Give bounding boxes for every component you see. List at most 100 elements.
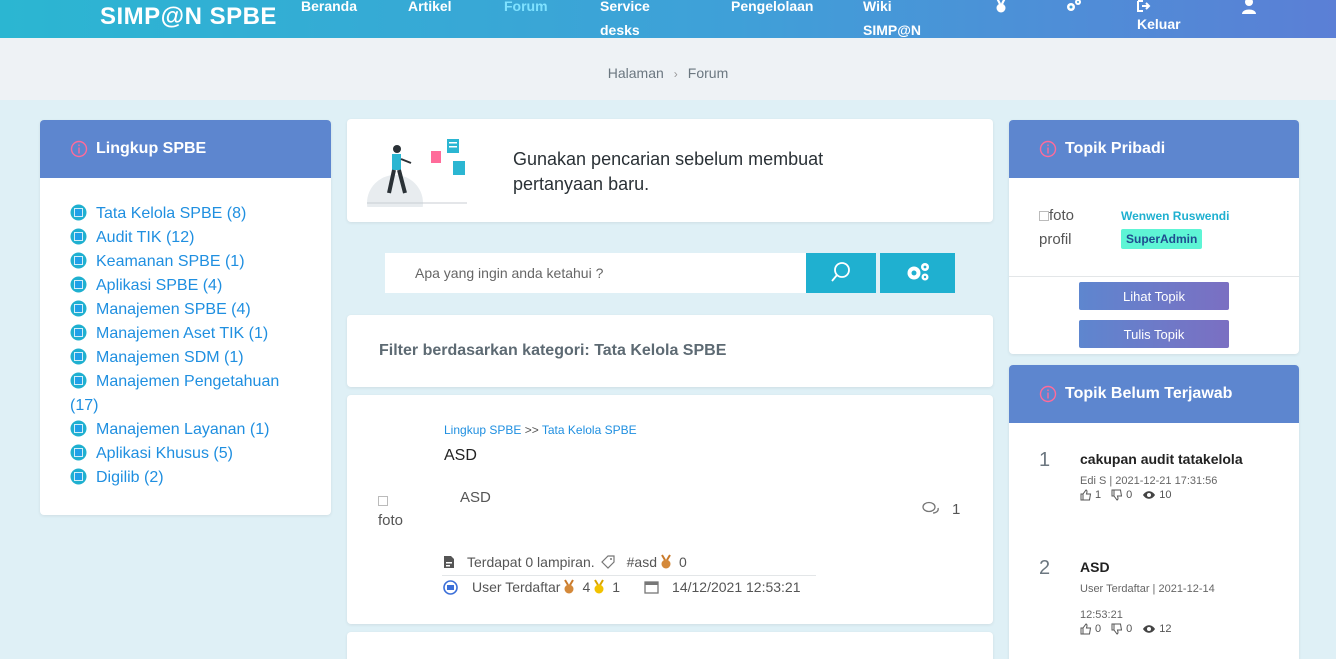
post-card[interactable]: Lingkup SPBE >> Tata Kelola SPBE ASD fot… [347,395,993,624]
post-tag[interactable]: #asd [627,554,657,570]
profile-avatar: foto profil [1039,204,1105,252]
eye-icon [1143,491,1156,499]
post-breadcrumb: Lingkup SPBE >> Tata Kelola SPBE [444,423,637,437]
hero-text: Gunakan pencarian sebelum membuat pertan… [513,149,824,194]
nav-service-desks[interactable]: Service desks [600,0,650,42]
category-item[interactable]: Digilib (2) [70,466,301,490]
dislike-stat[interactable]: 0 [1111,489,1132,501]
topic-meta: Edi S | 2021-12-21 17:31:56 [1080,475,1280,487]
thumbs-up-icon [1080,489,1092,501]
gears-icon [907,262,929,280]
post-attachments: Terdapat 0 lampiran. #asd 0 [443,554,687,570]
category-label: Aplikasi SPBE (4) [96,277,223,294]
hero-card: Gunakan pencarian sebelum membuat pertan… [347,119,993,222]
like-stat[interactable]: 0 [1080,623,1101,635]
nav-service-line1: Service [600,0,650,14]
comment-count: 1 [952,501,961,518]
category-item[interactable]: Manajemen Layanan (1) [70,418,301,442]
topic-number: 1 [1039,449,1051,471]
write-topic-button[interactable]: Tulis Topik [1079,320,1229,348]
category-item[interactable]: Aplikasi Khusus (5) [70,442,301,466]
topic-title[interactable]: ASD [1080,559,1110,575]
post-avatar: foto [378,491,418,531]
category-item[interactable]: Tata Kelola SPBE (8) [70,202,301,226]
category-label: Tata Kelola SPBE (8) [96,205,247,222]
nav-pengelolaan[interactable]: Pengelolaan [731,0,813,18]
category-sidebar: Lingkup SPBE Tata Kelola SPBE (8) Audit T… [40,120,331,515]
post-divider [442,575,816,576]
topic-title[interactable]: cakupan audit tatakelola [1080,451,1243,467]
category-item[interactable]: Manajemen SDM (1) [70,346,301,370]
tag-count: 0 [679,554,687,570]
gears-icon[interactable] [1065,0,1083,15]
bronze-count: 4 [582,579,591,595]
category-bullet-icon [70,444,87,461]
category-label: Manajemen Aset TIK (1) [96,325,269,342]
category-item[interactable]: Manajemen Pengetahuan (17) [70,370,301,418]
brand-logo[interactable]: SIMP@N SPBE [100,3,277,31]
dislike-count: 0 [1126,489,1133,501]
unanswered-card: Topik Belum Terjawab 1 cakupan audit tata… [1009,365,1299,659]
category-label: Keamanan SPBE (1) [96,253,245,270]
category-item[interactable]: Manajemen Aset TIK (1) [70,322,301,346]
topic-stats: 1 0 10 [1080,489,1182,501]
category-bullet-icon [70,204,87,221]
attachments-text: Terdapat 0 lampiran. [467,554,595,570]
user-badge-icon [443,579,458,595]
post-crumb-category[interactable]: Tata Kelola SPBE [542,423,637,437]
category-item[interactable]: Keamanan SPBE (1) [70,250,301,274]
category-item[interactable]: Audit TIK (12) [70,226,301,250]
post-date: 14/12/2021 12:53:21 [672,579,801,595]
post-author[interactable]: User Terdaftar [472,579,560,595]
dislike-stat[interactable]: 0 [1111,623,1132,635]
broken-image-icon [1039,211,1049,221]
comments-icon [922,501,939,514]
nav-beranda[interactable]: Beranda [301,0,357,18]
search-button[interactable] [806,253,876,293]
category-label: Digilib (2) [96,469,164,486]
category-bullet-icon [70,372,87,389]
category-list: Tata Kelola SPBE (8) Audit TIK (12) Keaman… [40,178,331,490]
tag-icon [600,555,615,569]
user-icon[interactable] [1240,0,1258,15]
post-crumb-root[interactable]: Lingkup SPBE [444,423,521,437]
category-item[interactable]: Aplikasi SPBE (4) [70,274,301,298]
breadcrumb-home[interactable]: Halaman [608,65,664,81]
category-bullet-icon [70,420,87,437]
info-icon [1039,140,1057,158]
profile-name[interactable]: Wenwen Ruswendi [1121,209,1229,223]
top-navbar: SIMP@N SPBE Beranda Artikel Forum Servic… [0,0,1336,38]
topic-meta-line1: Edi S | 2021-12-21 17:31:56 [1080,475,1218,487]
like-stat[interactable]: 1 [1080,489,1101,501]
info-icon [1039,385,1057,403]
category-bullet-icon [70,252,87,269]
category-label: Manajemen Pengetahuan (17) [70,373,280,414]
medal-icon[interactable] [992,0,1010,15]
topic-meta-line1: User Terdaftar | 2021-12-14 [1080,583,1215,595]
search-input[interactable] [385,253,806,293]
post-title[interactable]: ASD [444,447,477,465]
category-item[interactable]: Manajemen SPBE (4) [70,298,301,322]
sidebar-title: Lingkup SPBE [96,140,207,157]
category-bullet-icon [70,348,87,365]
nav-wiki-line1: Wiki [863,0,892,14]
profile-title: Topik Pribadi [1065,140,1166,157]
category-bullet-icon [70,468,87,485]
nav-keluar[interactable]: Keluar [1137,0,1181,36]
category-bullet-icon [70,228,87,245]
category-bullet-icon [70,276,87,293]
advanced-search-button[interactable] [880,253,955,293]
bronze-medal-icon [564,579,575,594]
nav-artikel[interactable]: Artikel [408,0,452,18]
like-count: 0 [1095,623,1102,635]
breadcrumb-bar: Halaman › Forum [0,38,1336,100]
topic-number: 2 [1039,557,1051,579]
post-card-next[interactable] [347,632,993,659]
bronze-medal-icon [661,554,671,569]
nav-forum[interactable]: Forum [504,0,548,18]
post-meta: User Terdaftar 4 1 14/12/2021 12:53:21 [443,579,801,595]
nav-wiki[interactable]: Wiki SIMP@N [863,0,921,42]
view-topics-button[interactable]: Lihat Topik [1079,282,1229,310]
filter-card: Filter berdasarkan kategori: Tata Kelola… [347,315,993,387]
gold-medal-icon [594,579,605,594]
